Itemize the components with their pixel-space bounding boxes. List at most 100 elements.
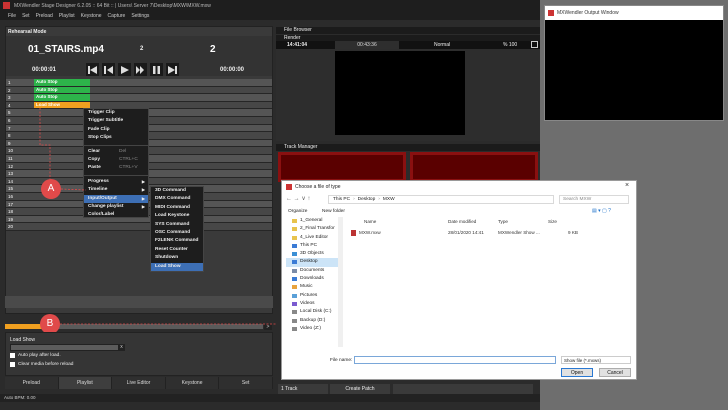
file-type: MXWendler Show ...	[498, 230, 540, 235]
tab-preload[interactable]: Preload	[5, 377, 59, 389]
tree-item[interactable]: Local Disk (C:)	[286, 308, 338, 316]
tree-item-label: Backup (D:)	[300, 317, 326, 323]
filename-input[interactable]	[354, 356, 556, 364]
tree-item-label: Documents	[300, 267, 325, 273]
file-list: MXW.mxw 28/01/2020 14:41 MXWendler Show ..…	[348, 229, 632, 238]
load-show-close-icon[interactable]: x	[118, 344, 125, 351]
path-0[interactable]: This PC	[333, 197, 350, 202]
dialog-logo-icon	[286, 184, 292, 190]
folder-icon	[292, 326, 297, 331]
tree-item-label: Desktop	[300, 259, 318, 265]
column-header[interactable]: Date modified	[448, 219, 476, 224]
output-window-titlebar: MXWendler Output Window	[545, 6, 723, 20]
folder-icon	[292, 252, 297, 257]
folder-icon	[292, 285, 297, 290]
tree-item[interactable]: Downloads	[286, 275, 338, 283]
mxw-file-icon	[351, 230, 356, 236]
folder-icon	[292, 243, 297, 248]
tree-item[interactable]: Videos	[286, 300, 338, 308]
view-options-icon[interactable]: ▤ ▾ ▢ ?	[592, 208, 611, 214]
track-count: 1 Track	[278, 384, 328, 394]
folder-icon	[292, 301, 297, 306]
file-list-header: Name Date modified Type Size	[348, 219, 632, 227]
render-preview	[335, 51, 465, 135]
tree-item[interactable]: This PC	[286, 242, 338, 250]
search-input[interactable]: Search MXW	[559, 195, 629, 204]
render-time-left: 14:41:04	[287, 42, 308, 48]
load-show-path-field[interactable]	[10, 344, 122, 351]
path-sep-icon: ›	[353, 197, 355, 202]
path-2[interactable]: MXW	[383, 197, 395, 202]
render-time-mid: 00:43:36	[335, 41, 399, 49]
column-header[interactable]: Name	[364, 219, 376, 224]
auto-play-option[interactable]: Auto play after load.	[10, 353, 61, 358]
file-row[interactable]: MXW.mxw 28/01/2020 14:41 MXWendler Show ..…	[348, 229, 632, 238]
tree-item[interactable]: Desktop	[286, 258, 338, 267]
folder-icon	[292, 219, 297, 223]
file-name: MXW.mxw	[359, 230, 381, 235]
tab-live-editor[interactable]: Live Editor	[112, 377, 166, 389]
file-size: 9 KB	[568, 230, 578, 235]
dialog-close-icon[interactable]: ×	[625, 182, 629, 189]
render-zoom[interactable]: % 100	[503, 42, 517, 48]
open-button[interactable]: Open	[561, 368, 593, 377]
track-thumbnail-2[interactable]	[410, 152, 538, 182]
output-window: MXWendler Output Window	[544, 5, 724, 121]
dialog-titlebar: Choose a file of type ×	[282, 181, 636, 193]
tree-item[interactable]: 2_Final Transfor	[286, 225, 338, 233]
tab-playlist[interactable]: Playlist	[58, 377, 113, 389]
folder-icon	[292, 318, 297, 323]
folder-icon	[292, 227, 297, 232]
clear-media-option[interactable]: Clear media before reload	[10, 362, 73, 367]
tree-item-label: This PC	[300, 242, 318, 248]
folder-icon	[292, 235, 297, 240]
file-type-filter[interactable]: Show file (*.mxws)	[561, 356, 631, 364]
folder-tree: 1_General 2_Final Transfor 4_Live Editor Th…	[286, 217, 338, 345]
column-header[interactable]: Size	[548, 219, 557, 224]
file-browser-header[interactable]: File Browser	[276, 27, 540, 34]
new-folder-button[interactable]: New folder	[322, 209, 345, 214]
tree-item[interactable]: Backup (D:)	[286, 317, 338, 325]
auto-play-checkbox[interactable]	[10, 353, 15, 358]
track-manager-header[interactable]: Track Manager	[276, 144, 540, 151]
column-header[interactable]: Type	[498, 219, 508, 224]
render-toolbar	[276, 41, 540, 49]
tree-item-label: 2_Final Transfor	[300, 226, 335, 232]
path-1[interactable]: Desktop	[358, 197, 376, 202]
folder-icon	[292, 268, 297, 273]
tree-item[interactable]: Pictures	[286, 292, 338, 300]
tree-item[interactable]: Music	[286, 283, 338, 291]
clear-media-checkbox[interactable]	[10, 362, 15, 367]
path-sep-icon: ›	[378, 197, 380, 202]
cancel-button[interactable]: Cancel	[599, 368, 631, 377]
file-date: 28/01/2020 14:41	[448, 230, 484, 235]
folder-icon	[292, 310, 297, 315]
load-show-title: Load Show	[10, 337, 36, 343]
folder-icon	[292, 293, 297, 298]
address-bar[interactable]: This PC › Desktop › MXW	[328, 195, 554, 204]
nav-arrows[interactable]: ← → ∨ ↑	[286, 195, 310, 202]
tab-set[interactable]: Set	[219, 377, 273, 389]
file-browser-label: File Browser	[284, 27, 312, 33]
track-toolbar-field[interactable]	[393, 384, 533, 394]
folder-icon	[292, 260, 297, 265]
tree-item[interactable]: Video (Z:)	[286, 325, 338, 333]
tree-item-label: 3D Objects	[300, 251, 324, 257]
tree-item-label: 1_General	[300, 218, 323, 223]
auto-play-label: Auto play after load.	[18, 353, 61, 358]
render-fullscreen-icon[interactable]	[531, 41, 538, 48]
create-patch-button[interactable]: Create Patch	[330, 384, 390, 394]
tree-scrollbar[interactable]	[338, 217, 343, 347]
tree-item[interactable]: Documents	[286, 267, 338, 275]
tree-item[interactable]: 4_Live Editor	[286, 234, 338, 242]
status-bar: Auto BPM: 0.00	[0, 394, 540, 402]
tree-item[interactable]: 1_General	[286, 217, 338, 225]
render-mode[interactable]: Normal	[434, 42, 450, 48]
track-thumbnail-1[interactable]	[278, 152, 406, 182]
output-window-title: MXWendler Output Window	[557, 10, 619, 16]
organize-button[interactable]: Organize	[288, 209, 307, 214]
tree-item[interactable]: 3D Objects	[286, 250, 338, 258]
tab-keystone[interactable]: Keystone	[165, 377, 220, 389]
tree-item-label: Downloads	[300, 276, 324, 282]
track-manager-label: Track Manager	[284, 144, 318, 150]
